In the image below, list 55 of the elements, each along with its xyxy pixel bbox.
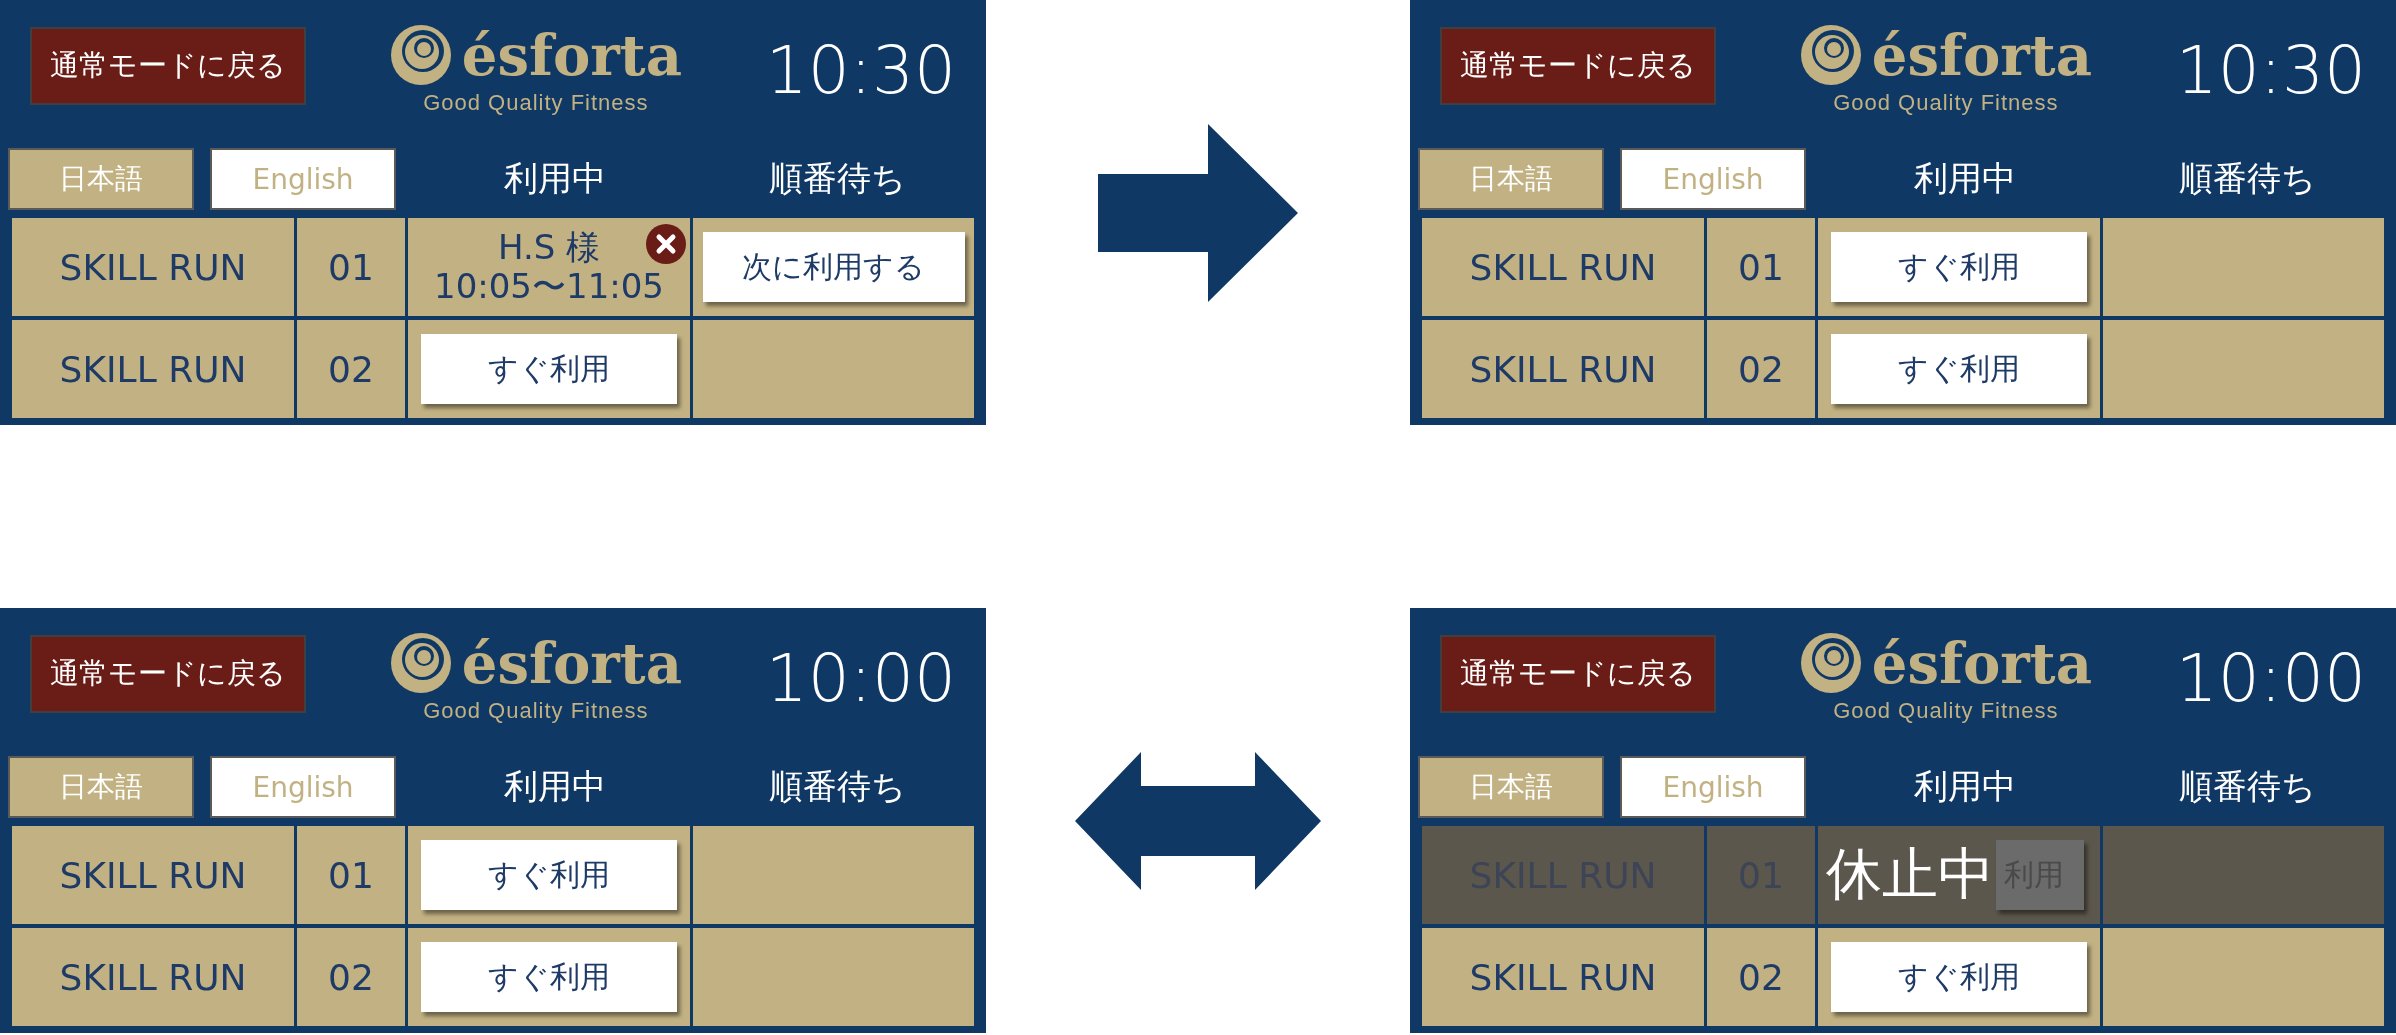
number-cell: 01 <box>1707 218 1815 316</box>
use-now-button[interactable]: すぐ利用 <box>421 334 677 404</box>
spiral-logo-icon <box>389 24 452 86</box>
column-header: 順番待ち <box>2178 765 2317 808</box>
return-button[interactable]: 通常モードに戻る <box>30 635 306 713</box>
use-now-button[interactable]: すぐ利用 <box>1831 942 2087 1012</box>
spiral-logo-icon <box>389 632 452 694</box>
number-cell: 01 <box>297 826 405 924</box>
return-button[interactable]: 通常モードに戻る <box>30 27 306 105</box>
tagline: Good Quality Fitness <box>423 90 649 116</box>
clock: 10:00 <box>765 639 956 717</box>
double-arrow-icon <box>1075 751 1321 890</box>
column-header: 利用中 <box>1913 765 2017 808</box>
number-cell: 01 <box>297 218 405 316</box>
use-now-button[interactable]: すぐ利用 <box>1831 232 2087 302</box>
number-cell: 02 <box>297 320 405 418</box>
column-header: 順番待ち <box>2178 157 2317 200</box>
brand-name: ésforta <box>1871 635 2093 691</box>
right-arrow-icon <box>1098 123 1298 302</box>
spiral-logo-icon <box>1799 24 1862 86</box>
machine-cell: SKILL RUN <box>1422 320 1704 418</box>
machine-cell: SKILL RUN <box>12 218 294 316</box>
brand-name: ésforta <box>1871 27 2093 83</box>
brand-name: ésforta <box>461 635 683 691</box>
clock: 10:30 <box>765 31 956 109</box>
close-icon[interactable] <box>646 224 686 264</box>
user-name: H.S 様 <box>497 227 601 267</box>
machine-cell: SKILL RUN <box>1422 218 1704 316</box>
tagline: Good Quality Fitness <box>1833 698 2059 724</box>
column-header: 利用中 <box>1913 157 2017 200</box>
clock: 10:30 <box>2175 31 2366 109</box>
tagline: Good Quality Fitness <box>423 698 649 724</box>
column-header: 順番待ち <box>768 765 907 808</box>
number-cell: 02 <box>1707 928 1815 1026</box>
use-now-button[interactable]: すぐ利用 <box>421 942 677 1012</box>
use-now-button[interactable]: すぐ利用 <box>1831 334 2087 404</box>
machine-cell: SKILL RUN <box>12 826 294 924</box>
return-button[interactable]: 通常モードに戻る <box>1440 27 1716 105</box>
clock: 10:00 <box>2175 639 2366 717</box>
machine-cell: SKILL RUN <box>12 320 294 418</box>
tagline: Good Quality Fitness <box>1833 90 2059 116</box>
spiral-logo-icon <box>1799 632 1862 694</box>
number-cell: 02 <box>297 928 405 1026</box>
return-button[interactable]: 通常モードに戻る <box>1440 635 1716 713</box>
brand-name: ésforta <box>461 27 683 83</box>
machine-cell: SKILL RUN <box>12 928 294 1026</box>
time-range: 10:05〜11:05 <box>434 267 664 307</box>
number-cell: 02 <box>1707 320 1815 418</box>
use-next-button[interactable]: 次に利用する <box>702 232 965 302</box>
column-header: 利用中 <box>503 765 607 808</box>
machine-cell: SKILL RUN <box>1422 928 1704 1026</box>
column-header: 利用中 <box>503 157 607 200</box>
use-now-button[interactable]: すぐ利用 <box>421 840 677 910</box>
column-header: 順番待ち <box>768 157 907 200</box>
paused-label: 休止中 <box>1826 840 1994 908</box>
